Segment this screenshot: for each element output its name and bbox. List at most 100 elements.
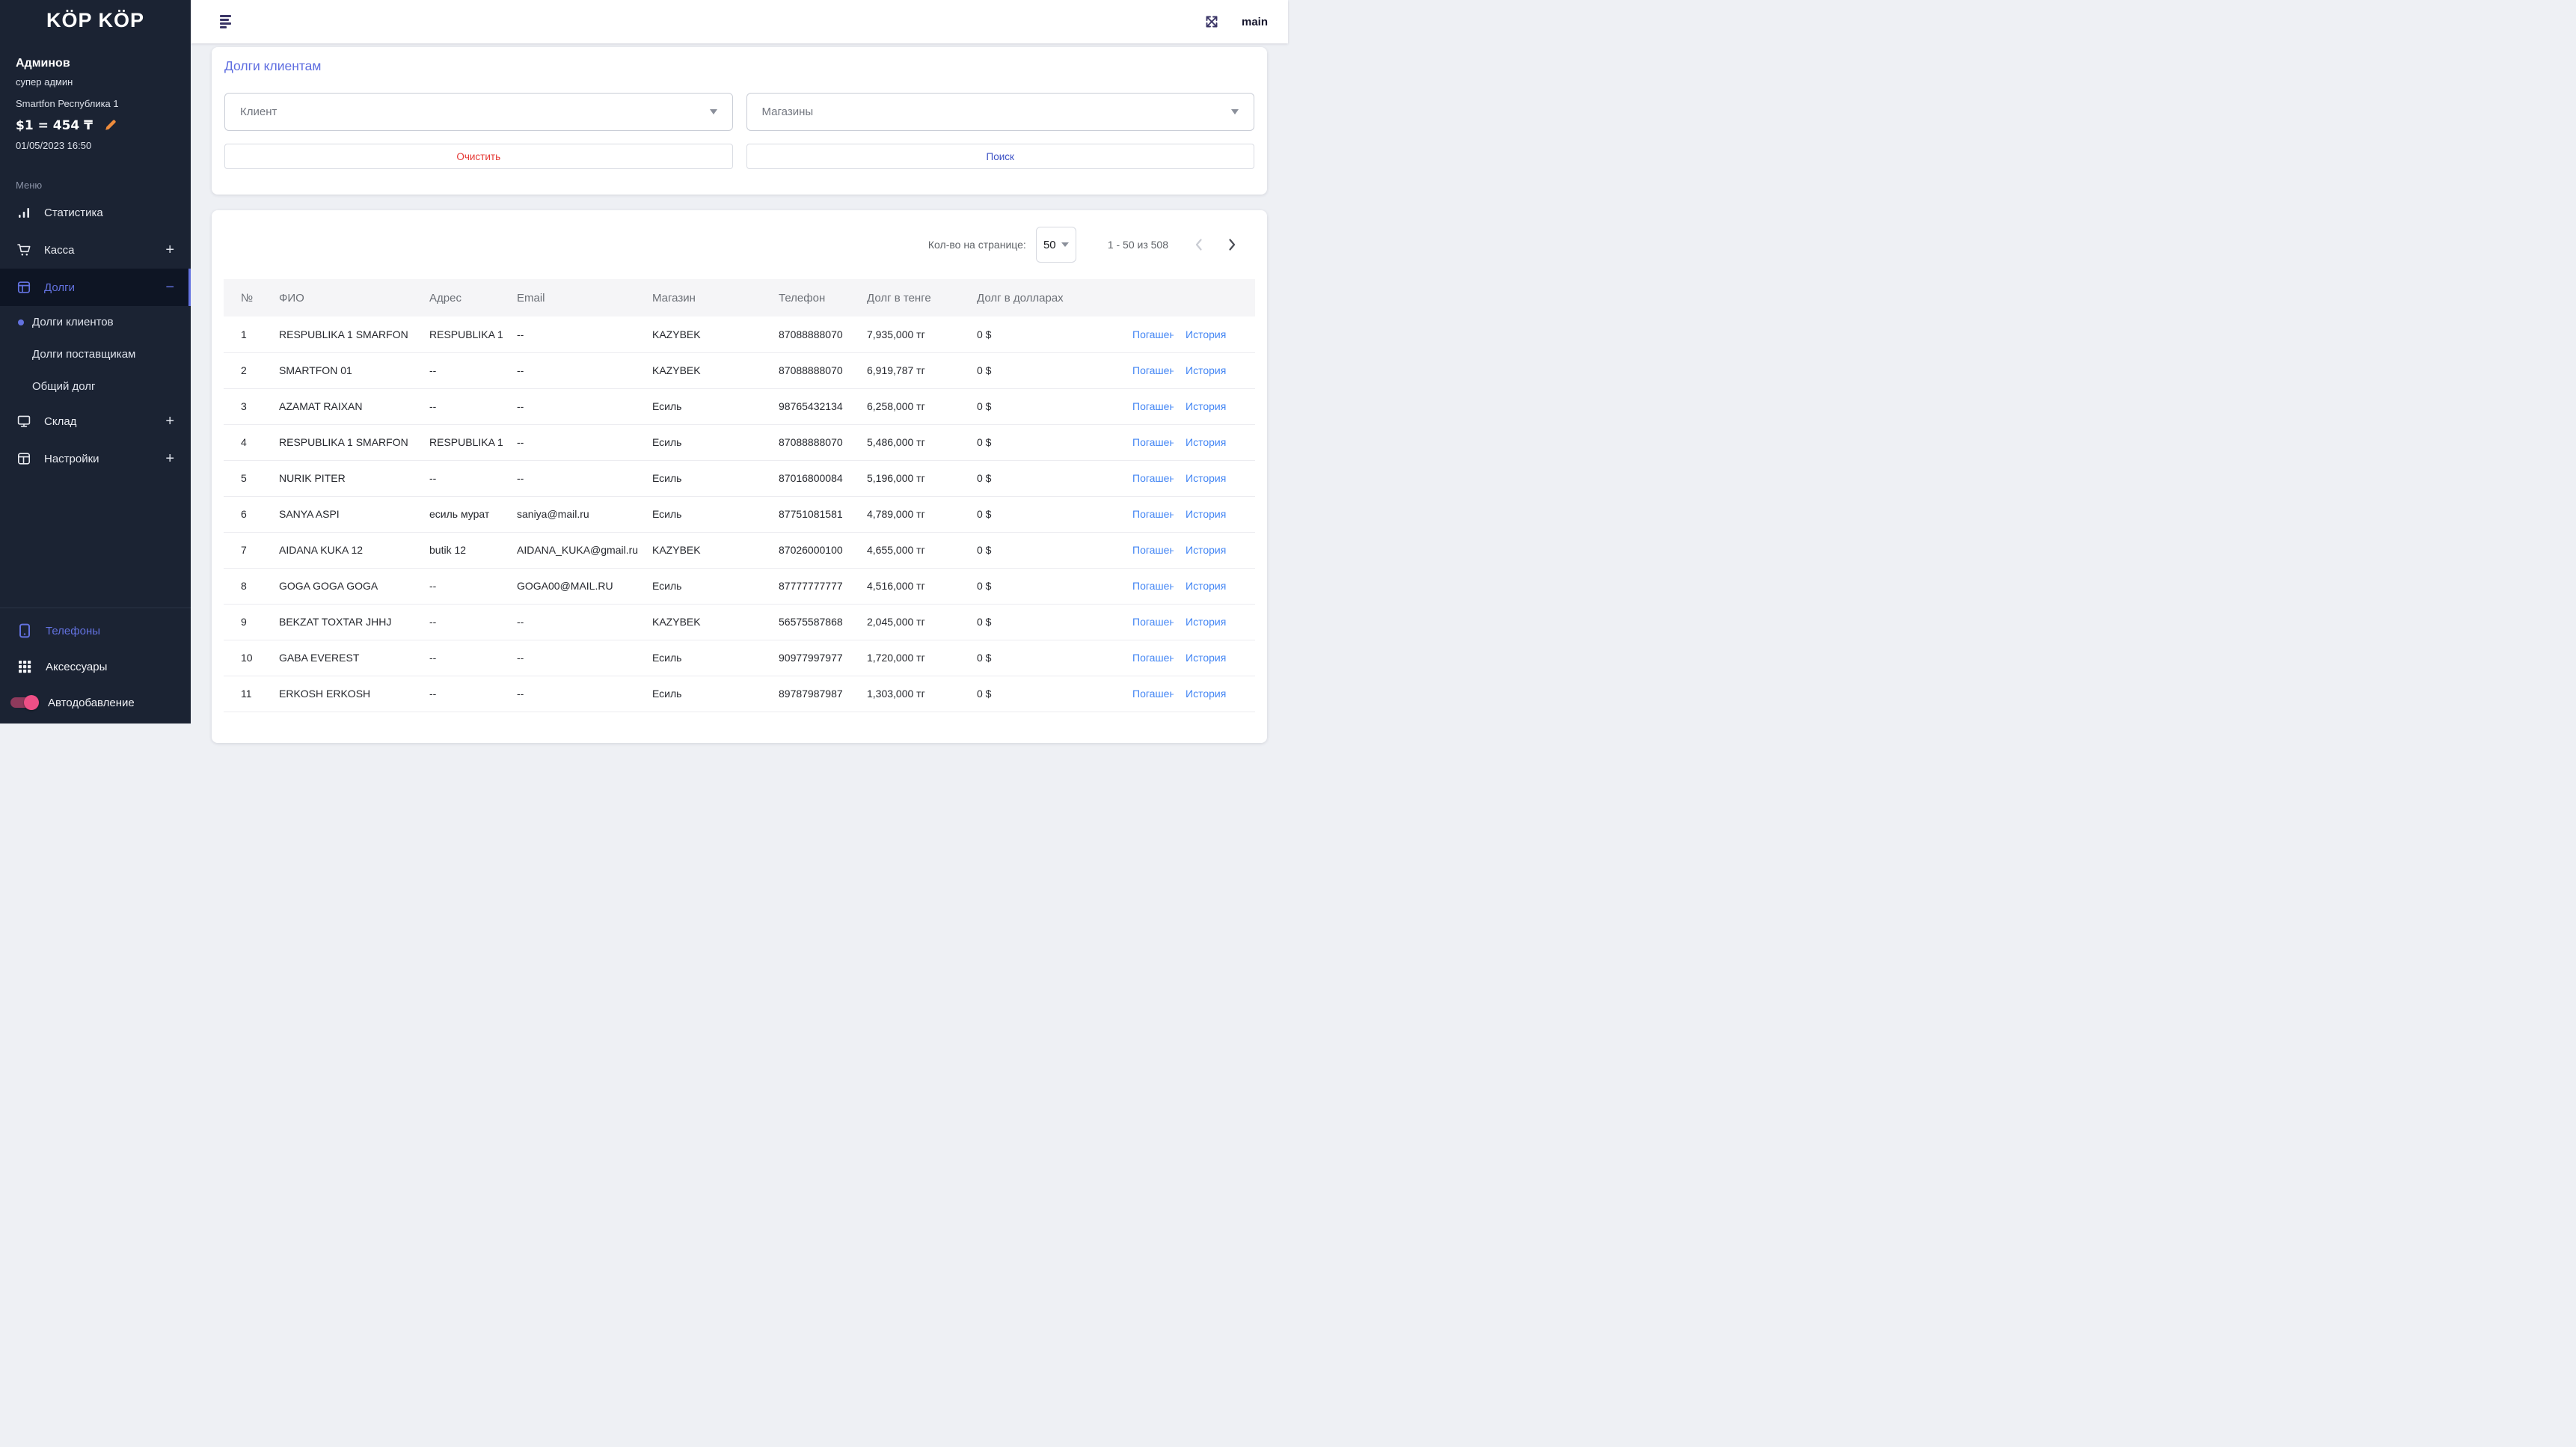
history-link[interactable]: История [1174,424,1255,460]
sidebar-item-statistics[interactable]: Статистика [0,194,191,231]
search-button[interactable]: Поиск [746,144,1255,169]
sidebar-subitem-supplier-debts[interactable]: Долги поставщикам [0,338,191,370]
client-select[interactable]: Клиент [224,93,733,131]
collapse-minus-icon[interactable]: − [165,279,174,296]
pagination: Кол-во на странице: 50 1 - 50 из 508 [928,210,1240,279]
cell-shop: KAZYBEK [640,352,767,388]
col-header-debt-tenge: Долг в тенге [855,279,965,316]
cell-num: 8 [224,568,267,604]
filter-card: Долги клиентам Клиент Магазины Очистить … [212,47,1267,195]
topbar-right: main [1203,13,1268,31]
workspace-label[interactable]: main [1242,16,1268,28]
history-link[interactable]: История [1174,676,1255,712]
cell-fio: RESPUBLIKA 1 SMARFON [267,424,417,460]
sidebar-item-label: Автодобавление [48,697,135,709]
table-row: 4 RESPUBLIKA 1 SMARFON RESPUBLIKA 1 -- Е… [224,424,1255,460]
per-page-select[interactable]: 50 [1036,227,1076,263]
repay-link[interactable]: Погашение [1120,496,1174,532]
clear-button[interactable]: Очистить [224,144,733,169]
range-label: 1 - 50 из 508 [1108,239,1168,251]
cell-shop: Есиль [640,640,767,676]
sidebar-item-phones[interactable]: Телефоны [0,613,191,649]
cell-address: butik 12 [417,532,505,568]
cell-email: -- [505,604,640,640]
cell-shop: Есиль [640,568,767,604]
cell-debt-tenge: 7,935,000 тг [855,316,965,352]
sidebar-item-cashbox[interactable]: Касса + [0,231,191,269]
col-header-shop: Магазин [640,279,767,316]
expand-plus-icon[interactable]: + [165,413,174,430]
history-link[interactable]: История [1174,352,1255,388]
cell-debt-usd: 0 $ [965,424,1120,460]
shops-select-placeholder: Магазины [762,105,814,118]
cell-num: 7 [224,532,267,568]
layout-icon [16,451,31,466]
menu-toggle-icon[interactable] [220,13,233,31]
expand-plus-icon[interactable]: + [165,450,174,468]
cell-debt-tenge: 4,655,000 тг [855,532,965,568]
cell-debt-tenge: 5,196,000 тг [855,460,965,496]
history-link[interactable]: История [1174,388,1255,424]
cell-address: -- [417,568,505,604]
cell-debt-usd: 0 $ [965,640,1120,676]
cell-shop: Есиль [640,460,767,496]
cell-debt-usd: 0 $ [965,352,1120,388]
cell-fio: GABA EVEREST [267,640,417,676]
cell-email: -- [505,640,640,676]
repay-link[interactable]: Погашение [1120,676,1174,712]
table-row: 11 ERKOSH ERKOSH -- -- Есиль 89787987987… [224,676,1255,712]
sidebar-item-accessories[interactable]: Аксессуары [0,649,191,685]
sidebar-subitem-total-debt[interactable]: Общий долг [0,370,191,403]
repay-link[interactable]: Погашение [1120,640,1174,676]
fullscreen-icon[interactable] [1203,13,1221,31]
next-page-icon[interactable] [1224,236,1240,253]
history-link[interactable]: История [1174,496,1255,532]
client-select-placeholder: Клиент [240,105,277,118]
sidebar-item-debts[interactable]: Долги − [0,269,191,306]
sidebar-item-label: Настройки [44,453,99,465]
history-link[interactable]: История [1174,460,1255,496]
sidebar-item-warehouse[interactable]: Склад + [0,403,191,440]
table-row: 5 NURIK PITER -- -- Есиль 87016800084 5,… [224,460,1255,496]
history-link[interactable]: История [1174,532,1255,568]
prev-page-icon[interactable] [1191,236,1207,253]
sidebar-subitem-client-debts[interactable]: Долги клиентов [0,306,191,338]
cell-shop: KAZYBEK [640,604,767,640]
cell-email: -- [505,352,640,388]
cell-debt-tenge: 1,720,000 тг [855,640,965,676]
debts-table-card: Кол-во на странице: 50 1 - 50 из 508 № Ф… [212,210,1267,743]
cell-address: RESPUBLIKA 1 [417,424,505,460]
rate-date: 01/05/2023 16:50 [16,140,91,151]
cell-email: -- [505,460,640,496]
cell-debt-tenge: 4,789,000 тг [855,496,965,532]
cell-num: 6 [224,496,267,532]
sidebar-menu: Статистика Касса + Долги − Долги клиенто… [0,194,191,477]
repay-link[interactable]: Погашение [1120,460,1174,496]
history-link[interactable]: История [1174,316,1255,352]
shops-select[interactable]: Магазины [746,93,1255,131]
toggle-knob-icon [24,695,39,710]
cell-phone: 87088888070 [767,424,855,460]
cell-debt-tenge: 4,516,000 тг [855,568,965,604]
repay-link[interactable]: Погашение [1120,568,1174,604]
debts-table: № ФИО Адрес Email Магазин Телефон Долг в… [224,279,1255,712]
history-link[interactable]: История [1174,640,1255,676]
repay-link[interactable]: Погашение [1120,604,1174,640]
expand-plus-icon[interactable]: + [165,242,174,259]
cell-fio: BEKZAT TOXTAR JHHJ [267,604,417,640]
sidebar-item-settings[interactable]: Настройки + [0,440,191,477]
repay-link[interactable]: Погашение [1120,316,1174,352]
bar-chart-icon [16,205,31,220]
repay-link[interactable]: Погашение [1120,352,1174,388]
repay-link[interactable]: Погашение [1120,424,1174,460]
repay-link[interactable]: Погашение [1120,388,1174,424]
history-link[interactable]: История [1174,568,1255,604]
sidebar-item-label: Аксессуары [46,661,107,673]
repay-link[interactable]: Погашение [1120,532,1174,568]
autoadd-toggle[interactable] [10,697,37,708]
history-link[interactable]: История [1174,604,1255,640]
pencil-icon[interactable] [103,117,118,132]
cell-shop: Есиль [640,388,767,424]
cell-email: -- [505,388,640,424]
cell-address: -- [417,604,505,640]
